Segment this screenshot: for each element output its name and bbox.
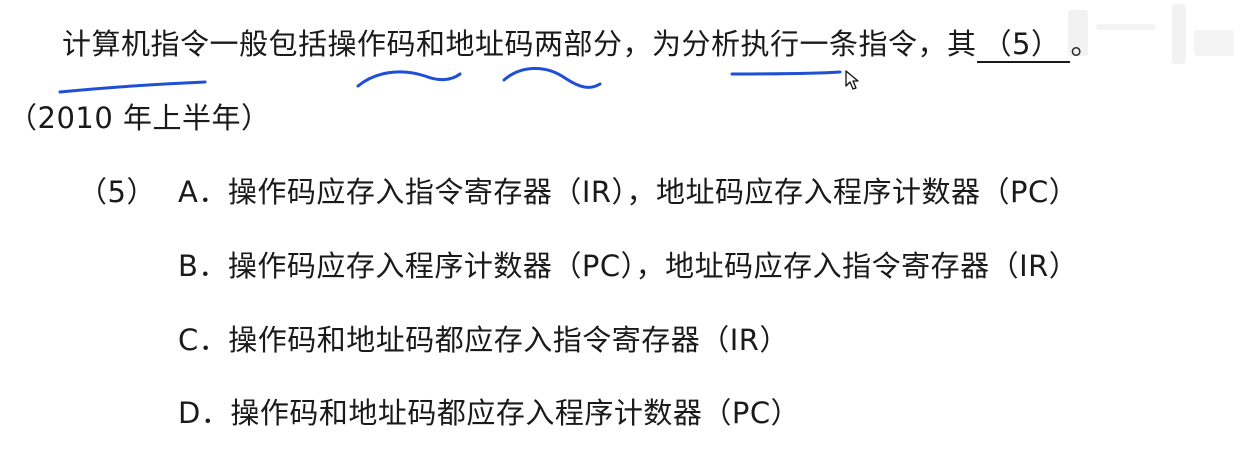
annotation-wave-1 bbox=[356, 70, 462, 88]
mouse-pointer-icon bbox=[845, 70, 859, 90]
annotation-underline-2 bbox=[730, 70, 842, 76]
answer-blank: （5） bbox=[976, 27, 1071, 63]
logo-watermark-icon bbox=[1068, 4, 1234, 64]
question-text: 计算机指令一般包括操作码和地址码两部分，为分析执行一条指令，其（5）。 bbox=[62, 24, 1100, 64]
annotation-underline-1 bbox=[58, 80, 207, 94]
option-b[interactable]: B．操作码应存入程序计数器（PC），地址码应存入指令寄存器（IR） bbox=[178, 246, 1078, 286]
option-d[interactable]: D．操作码和地址码都应存入程序计数器（PC） bbox=[178, 393, 800, 433]
option-a[interactable]: A．操作码应存入指令寄存器（IR），地址码应存入程序计数器（PC） bbox=[178, 172, 1078, 212]
option-c[interactable]: C．操作码和地址码都应存入指令寄存器（IR） bbox=[178, 320, 789, 360]
annotation-wave-2 bbox=[502, 66, 602, 89]
option-question-number: （5） bbox=[78, 175, 156, 209]
question-stem: 计算机指令一般包括操作码和地址码两部分，为分析执行一条指令，其 bbox=[62, 27, 977, 61]
question-source: （2010 年上半年） bbox=[8, 101, 271, 135]
annotation-layer bbox=[58, 66, 842, 94]
